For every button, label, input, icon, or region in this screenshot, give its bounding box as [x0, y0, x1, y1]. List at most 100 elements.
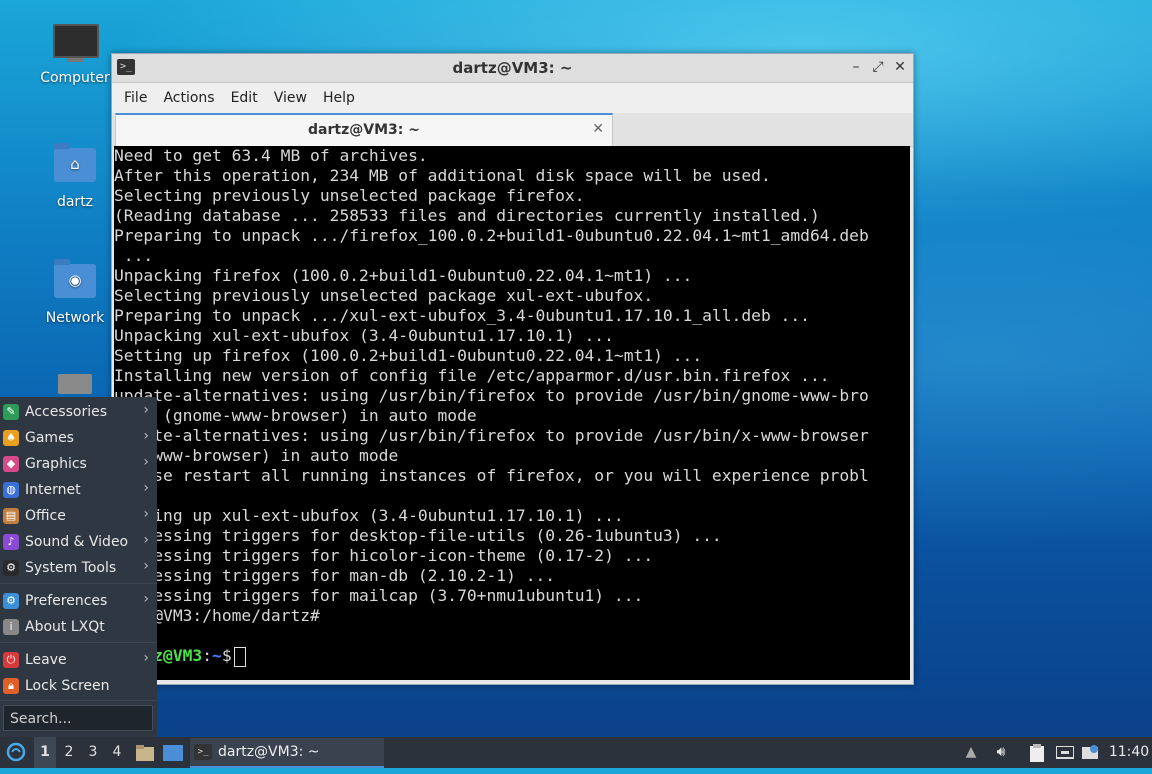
office-icon: ▤: [3, 508, 19, 524]
terminal-line: update-alternatives: using /usr/bin/fire…: [114, 426, 869, 445]
chevron-right-icon: ›: [143, 532, 149, 548]
tab-close-icon[interactable]: ✕: [592, 121, 604, 137]
window-title: dartz@VM3: ~: [452, 59, 573, 77]
start-menu-item[interactable]: ▤ Office ›: [0, 503, 157, 529]
start-menu-item[interactable]: ◆ Graphics ›: [0, 451, 157, 477]
clock[interactable]: 11:40: [1108, 737, 1150, 768]
start-menu-item[interactable]: ⚙ System Tools ›: [0, 555, 157, 581]
prompt-path: ~: [212, 646, 222, 665]
start-menu-item-label: Office: [25, 508, 66, 524]
start-menu-item-label: System Tools: [25, 560, 117, 576]
menu-bar: File Actions Edit View Help: [112, 83, 913, 113]
terminal-prompt-line: dartz@VM3:~$: [114, 646, 910, 667]
terminal-tab[interactable]: dartz@VM3: ~ ✕: [115, 113, 613, 147]
tab-title: dartz@VM3: ~: [308, 122, 420, 138]
start-menu-item[interactable]: ⚙ Preferences ›: [0, 588, 157, 614]
games-icon: ♠: [3, 430, 19, 446]
desktop-switch-4[interactable]: 4: [106, 737, 128, 768]
about-icon: i: [3, 619, 19, 635]
start-menu-item-label: Accessories: [25, 404, 108, 420]
start-menu-item-label: Internet: [25, 482, 81, 498]
terminal-line: Preparing to unpack .../xul-ext-ubufox_3…: [114, 306, 810, 325]
menu-actions[interactable]: Actions: [155, 90, 222, 106]
terminal-line: ems.: [114, 486, 910, 506]
start-menu-item-label: Graphics: [25, 456, 87, 472]
terminal-line: Unpacking firefox (100.0.2+build1-0ubunt…: [114, 266, 693, 285]
terminal-line: Selecting previously unselected package …: [114, 286, 654, 305]
desktop-icon-computer[interactable]: Computer: [30, 24, 120, 86]
menu-help[interactable]: Help: [315, 90, 363, 106]
menu-edit[interactable]: Edit: [223, 90, 266, 106]
notification-icon[interactable]: [1080, 737, 1102, 768]
menu-search-input[interactable]: Search...: [3, 705, 153, 731]
terminal-output[interactable]: Need to get 63.4 MB of archives. After th…: [114, 146, 910, 680]
start-menu-item-label: Games: [25, 430, 74, 446]
terminal-line: Processing triggers for hicolor-icon-the…: [114, 546, 654, 565]
start-menu-item[interactable]: ✎ Accessories ›: [0, 399, 157, 425]
desktop-icon-network[interactable]: ◉ Network: [30, 259, 120, 326]
start-menu-item-label: About LXQt: [25, 619, 105, 635]
terminal-line: ...: [114, 246, 154, 265]
show-desktop-icon[interactable]: [162, 737, 184, 768]
desktop-icon-label: dartz: [56, 194, 94, 210]
terminal-window: >_ dartz@VM3: ~ – ⤢ ✕ File Actions Edit …: [111, 53, 914, 685]
start-menu-item[interactable]: i About LXQt: [0, 614, 157, 640]
chevron-right-icon: ›: [143, 402, 149, 418]
terminal-app-icon: >_: [194, 744, 212, 760]
main-menu-icon[interactable]: [4, 737, 28, 768]
terminal-line: After this operation, 234 MB of addition…: [114, 166, 771, 185]
taskbar-terminal-button[interactable]: >_ dartz@VM3: ~: [190, 738, 384, 768]
menu-view[interactable]: View: [266, 90, 315, 106]
prompt-symbol: $: [221, 646, 232, 665]
terminal-line: Setting up xul-ext-ubufox (3.4-0ubuntu1.…: [114, 506, 624, 525]
desktop-switch-1[interactable]: 1: [34, 737, 56, 768]
chevron-right-icon: ›: [143, 480, 149, 496]
chevron-right-icon: ›: [143, 558, 149, 574]
network-folder-icon: ◉: [53, 259, 97, 304]
start-menu-item[interactable]: ♪ Sound & Video ›: [0, 529, 157, 555]
window-titlebar[interactable]: >_ dartz@VM3: ~ – ⤢ ✕: [112, 54, 913, 83]
start-menu-item[interactable]: 🔒︎ Lock Screen: [0, 673, 157, 699]
desktop-switch-2[interactable]: 2: [58, 737, 80, 768]
terminal-line: Selecting previously unselected package …: [114, 186, 585, 205]
network-status-icon[interactable]: [1054, 737, 1076, 768]
chevron-right-icon: ›: [143, 591, 149, 607]
start-menu-item[interactable]: ⏻ Leave ›: [0, 647, 157, 673]
minimize-icon[interactable]: –: [849, 58, 863, 76]
desktop-icon-label: Network: [45, 310, 105, 326]
terminal-line: Setting up firefox (100.0.2+build1-0ubun…: [114, 346, 703, 365]
file-manager-icon[interactable]: [134, 737, 156, 768]
close-icon[interactable]: ✕: [893, 58, 907, 76]
terminal-line: Need to get 63.4 MB of archives.: [114, 146, 428, 165]
clipboard-icon[interactable]: [1026, 737, 1048, 768]
volume-icon[interactable]: 🔊︎: [990, 737, 1012, 768]
internet-icon: ◍: [3, 482, 19, 498]
menu-file[interactable]: File: [116, 90, 155, 106]
terminal-line: (x-www-browser) in auto mode: [114, 446, 399, 465]
sound-video-icon: ♪: [3, 534, 19, 550]
graphics-icon: ◆: [3, 456, 19, 472]
home-folder-icon: ⌂: [53, 143, 97, 188]
terminal-line: root@VM3:/home/dartz#: [114, 606, 320, 625]
menu-separator: [0, 700, 157, 701]
start-menu-item[interactable]: ♠ Games ›: [0, 425, 157, 451]
prompt-separator: :: [202, 646, 213, 665]
chevron-right-icon: ›: [143, 650, 149, 666]
desktop-switch-3[interactable]: 3: [82, 737, 104, 768]
maximize-icon[interactable]: ⤢: [871, 58, 885, 76]
menu-separator: [0, 642, 157, 643]
terminal-line: wser (gnome-www-browser) in auto mode: [114, 406, 477, 425]
chevron-right-icon: ›: [143, 506, 149, 522]
terminal-line: Installing new version of config file /e…: [114, 366, 830, 385]
desktop-icon-home[interactable]: ⌂ dartz: [30, 143, 120, 210]
leave-icon: ⏻: [3, 652, 19, 668]
desktop-icon-label: Computer: [40, 70, 110, 86]
tray-expand-icon[interactable]: ▲: [962, 737, 980, 768]
start-menu-item[interactable]: ◍ Internet ›: [0, 477, 157, 503]
system-tools-icon: ⚙: [3, 560, 19, 576]
lock-icon: 🔒︎: [3, 678, 19, 694]
taskbar-panel: 1 2 3 4 >_ dartz@VM3: ~ ▲ 🔊︎ 11:40: [0, 737, 1152, 768]
computer-icon: [53, 24, 99, 64]
terminal-line: update-alternatives: using /usr/bin/fire…: [114, 386, 869, 405]
